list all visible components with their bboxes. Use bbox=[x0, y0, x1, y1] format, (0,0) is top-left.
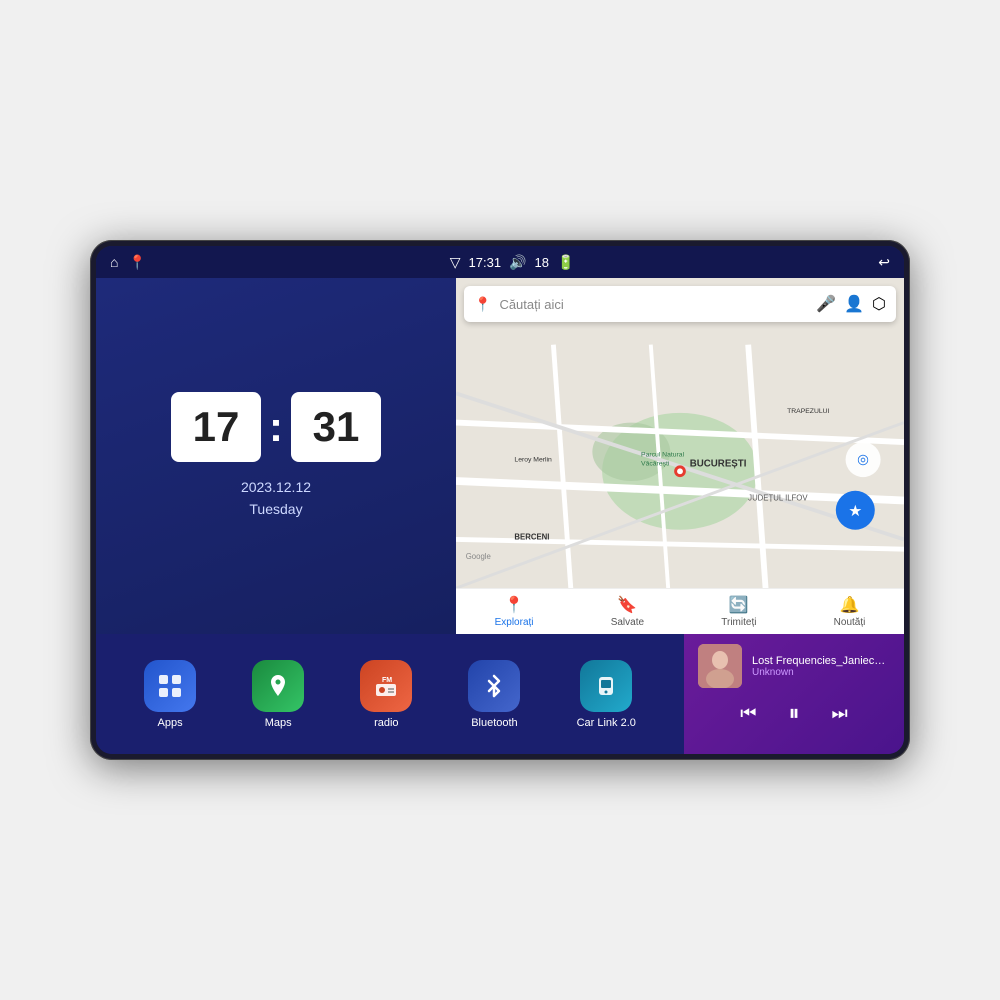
clock-minutes: 31 bbox=[291, 392, 381, 462]
map-widget[interactable]: 📍 Căutați aici 🎤 👤 ⬡ bbox=[456, 278, 904, 634]
apps-icon bbox=[144, 660, 196, 712]
map-background: 📍 Căutați aici 🎤 👤 ⬡ bbox=[456, 278, 904, 634]
map-search-input[interactable]: Căutați aici bbox=[499, 297, 808, 312]
home-icon[interactable]: ⌂ bbox=[110, 254, 118, 270]
prev-button[interactable]: ⏮ bbox=[734, 701, 762, 726]
map-nav-send[interactable]: 🔄 Trimiteți bbox=[721, 595, 756, 628]
bluetooth-icon bbox=[468, 660, 520, 712]
map-search-bar[interactable]: 📍 Căutați aici 🎤 👤 ⬡ bbox=[464, 286, 896, 322]
map-nav-news-label: Noutăți bbox=[834, 617, 866, 628]
mic-icon[interactable]: 🎤 bbox=[816, 294, 836, 314]
music-controls: ⏮ ⏸ ⏭ bbox=[698, 698, 890, 728]
screen: ⌂ 📍 ▽ 17:31 🔊 18 🔋 ↩ 17 bbox=[96, 246, 904, 754]
status-right-icons: ↩ bbox=[878, 254, 890, 271]
svg-text:◎: ◎ bbox=[857, 451, 869, 466]
status-bar: ⌂ 📍 ▽ 17:31 🔊 18 🔋 ↩ bbox=[96, 246, 904, 278]
explore-icon: 📍 bbox=[504, 595, 524, 615]
music-info: Lost Frequencies_Janieck Devy-... Unknow… bbox=[698, 644, 890, 688]
clock-date-value: 2023.12.12 bbox=[241, 476, 311, 498]
bottom-section: Apps Maps bbox=[96, 634, 904, 754]
map-nav-explore-label: Explorați bbox=[495, 617, 534, 628]
map-nav-saved[interactable]: 🔖 Salvate bbox=[611, 595, 644, 628]
svg-text:Leroy Merlin: Leroy Merlin bbox=[514, 457, 552, 464]
map-nav-news[interactable]: 🔔 Noutăți bbox=[834, 595, 866, 628]
clock-day: Tuesday bbox=[241, 498, 311, 520]
clock-display: 17 : 31 bbox=[171, 392, 381, 462]
account-icon[interactable]: 👤 bbox=[844, 294, 864, 314]
carlink-icon bbox=[580, 660, 632, 712]
music-player: Lost Frequencies_Janieck Devy-... Unknow… bbox=[684, 634, 904, 754]
music-title: Lost Frequencies_Janieck Devy-... bbox=[752, 655, 890, 667]
news-icon: 🔔 bbox=[840, 595, 860, 615]
svg-text:FM: FM bbox=[382, 677, 392, 684]
svg-text:Google: Google bbox=[466, 552, 491, 561]
clock-widget: 17 : 31 2023.12.12 Tuesday bbox=[96, 278, 456, 634]
music-artist: Unknown bbox=[752, 667, 890, 678]
maps-status-icon[interactable]: 📍 bbox=[128, 254, 145, 271]
clock-colon: : bbox=[269, 403, 283, 451]
signal-icon: ▽ bbox=[450, 254, 461, 271]
app-item-carlink[interactable]: Car Link 2.0 bbox=[577, 660, 636, 729]
main-content: 17 : 31 2023.12.12 Tuesday 📍 bbox=[96, 278, 904, 754]
clock-hours: 17 bbox=[171, 392, 261, 462]
volume-level: 18 bbox=[535, 255, 549, 270]
map-nav-explore[interactable]: 📍 Explorați bbox=[495, 595, 534, 628]
map-pin-icon: 📍 bbox=[474, 296, 491, 313]
music-thumbnail bbox=[698, 644, 742, 688]
apps-label: Apps bbox=[158, 717, 183, 729]
maps-icon bbox=[252, 660, 304, 712]
svg-text:Văcărești: Văcărești bbox=[641, 460, 670, 467]
carlink-label: Car Link 2.0 bbox=[577, 717, 636, 729]
clock-date: 2023.12.12 Tuesday bbox=[241, 476, 311, 521]
svg-text:★: ★ bbox=[848, 503, 862, 520]
app-item-maps[interactable]: Maps bbox=[252, 660, 304, 729]
svg-text:BUCUREȘTI: BUCUREȘTI bbox=[690, 458, 747, 469]
battery-icon: 🔋 bbox=[557, 254, 574, 271]
app-item-bluetooth[interactable]: Bluetooth bbox=[468, 660, 520, 729]
radio-icon: FM bbox=[360, 660, 412, 712]
device: ⌂ 📍 ▽ 17:31 🔊 18 🔋 ↩ 17 bbox=[90, 240, 910, 760]
apps-section: Apps Maps bbox=[96, 634, 684, 754]
app-item-apps[interactable]: Apps bbox=[144, 660, 196, 729]
app-item-radio[interactable]: FM radio bbox=[360, 660, 412, 729]
maps-label: Maps bbox=[265, 717, 292, 729]
layers-icon[interactable]: ⬡ bbox=[872, 294, 886, 314]
saved-icon: 🔖 bbox=[617, 595, 637, 615]
status-center: ▽ 17:31 🔊 18 🔋 bbox=[450, 254, 575, 271]
svg-text:BERCENI: BERCENI bbox=[514, 532, 549, 541]
send-icon: 🔄 bbox=[729, 595, 749, 615]
music-details: Lost Frequencies_Janieck Devy-... Unknow… bbox=[752, 655, 890, 678]
next-button[interactable]: ⏭ bbox=[826, 701, 854, 726]
radio-label: radio bbox=[374, 717, 398, 729]
map-nav-send-label: Trimiteți bbox=[721, 617, 756, 628]
map-search-icons: 🎤 👤 ⬡ bbox=[816, 294, 886, 314]
map-bottom-bar: 📍 Explorați 🔖 Salvate 🔄 Trimiteți bbox=[456, 588, 904, 634]
svg-text:JUDEȚUL ILFOV: JUDEȚUL ILFOV bbox=[748, 493, 808, 502]
bluetooth-label: Bluetooth bbox=[471, 717, 517, 729]
svg-text:Parcul Natural: Parcul Natural bbox=[641, 452, 685, 459]
back-icon[interactable]: ↩ bbox=[878, 254, 890, 271]
volume-icon: 🔊 bbox=[509, 254, 526, 271]
status-left-icons: ⌂ 📍 bbox=[110, 254, 146, 271]
svg-text:TRAPEZULUI: TRAPEZULUI bbox=[787, 408, 829, 415]
play-pause-button[interactable]: ⏸ bbox=[782, 698, 805, 728]
map-nav-saved-label: Salvate bbox=[611, 617, 644, 628]
top-section: 17 : 31 2023.12.12 Tuesday 📍 bbox=[96, 278, 904, 634]
status-time: 17:31 bbox=[469, 255, 502, 270]
